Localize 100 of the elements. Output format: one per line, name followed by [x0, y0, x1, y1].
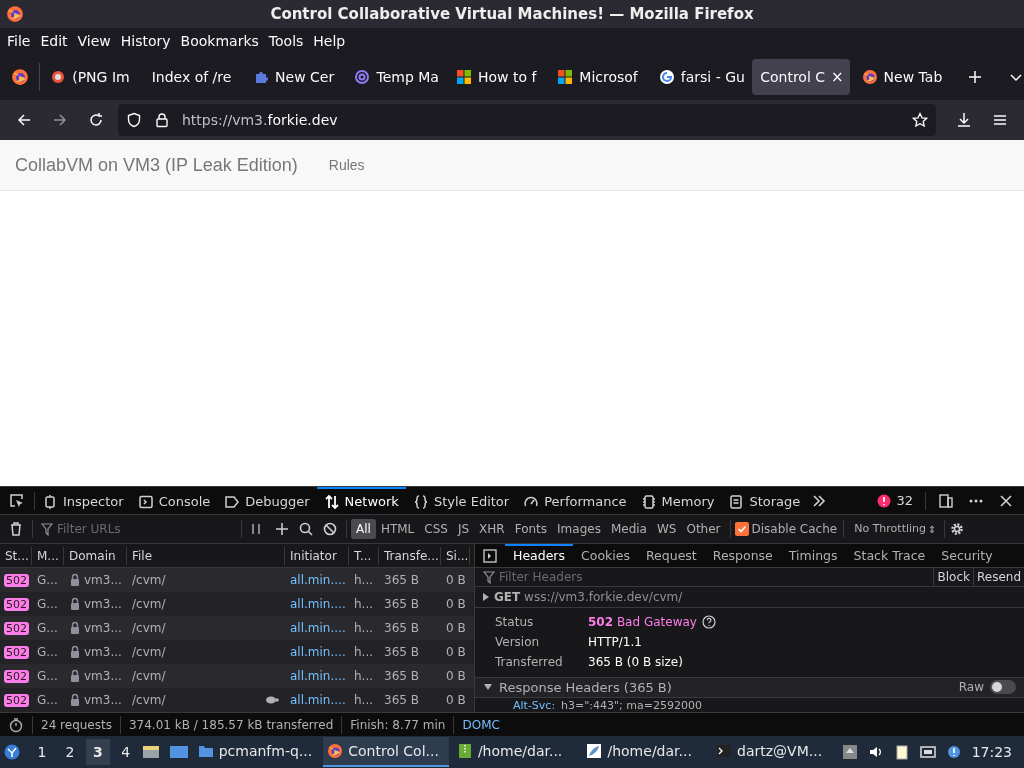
- lock-icon: [69, 572, 81, 588]
- filter-headers-field[interactable]: Filter Headers: [499, 568, 926, 586]
- menu-item[interactable]: History: [115, 30, 176, 52]
- browser-tab[interactable]: Index of /re: [143, 59, 242, 95]
- site-brand[interactable]: CollabVM on VM3 (IP Leak Edition): [15, 151, 298, 179]
- status-summary: Finish: 8.77 min: [341, 715, 454, 734]
- request-row[interactable]: 502 G... vm3... /cvm/ all.min.... h... 365 B 0 B: [0, 616, 474, 640]
- inspector-icon: [42, 493, 58, 510]
- detail-tab[interactable]: Stack Trace: [845, 544, 934, 568]
- detail-tab[interactable]: Cookies: [573, 544, 638, 568]
- column-header[interactable]: St...: [0, 546, 32, 565]
- section-header[interactable]: Response Headers (365 B) Raw: [475, 677, 1024, 698]
- column-header[interactable]: File: [127, 546, 285, 565]
- browser-tab[interactable]: Microsof: [549, 59, 647, 95]
- menu-item[interactable]: File: [2, 30, 36, 52]
- storage-icon: [728, 493, 745, 510]
- browser-tab[interactable]: (PNG Im: [42, 59, 140, 95]
- close-tab-button[interactable]: ×: [831, 65, 844, 89]
- column-header[interactable]: Domain: [64, 546, 127, 565]
- detail-tab[interactable]: Response: [704, 544, 781, 568]
- devtools-tab[interactable]: Debugger: [217, 487, 317, 514]
- menu-item[interactable]: Edit: [35, 30, 73, 52]
- browser-tab[interactable]: How to f: [447, 59, 546, 95]
- table-cell-text: 0 B: [445, 572, 467, 589]
- menu-item[interactable]: Tools: [263, 30, 309, 52]
- taskbar-button[interactable]: /home/dar...: [582, 737, 709, 767]
- initiator-link[interactable]: all.min....: [285, 691, 349, 709]
- column-header[interactable]: Initiator: [285, 546, 349, 565]
- devtools-tab[interactable]: Inspector: [35, 487, 131, 514]
- lock-icon: [154, 112, 170, 128]
- browser-tab[interactable]: farsi - Gu: [650, 59, 749, 95]
- devtools-tab[interactable]: Memory: [633, 487, 722, 514]
- status-summary: DOMC: [453, 715, 508, 734]
- nav-link[interactable]: Rules: [328, 154, 365, 176]
- menu-item[interactable]: Bookmarks: [175, 30, 264, 52]
- menu-item[interactable]: View: [72, 30, 116, 52]
- initiator-link[interactable]: all.min....: [285, 643, 349, 661]
- type-filter-button[interactable]: Other: [681, 519, 726, 539]
- filter-urls-field[interactable]: Filter URLs: [57, 520, 233, 538]
- type-filter-button[interactable]: All: [351, 519, 376, 539]
- header-name: Alt-Svc:: [513, 699, 556, 712]
- table-cell-text: 0 B: [445, 668, 467, 685]
- initiator-link[interactable]: all.min....: [285, 667, 349, 685]
- table-cell-text: 365 B: [383, 596, 420, 613]
- raw-toggle[interactable]: [990, 680, 1016, 695]
- fox-logo-icon: [6, 5, 24, 23]
- help-icon: [700, 614, 717, 630]
- column-header[interactable]: M...: [32, 546, 64, 565]
- status-value: 502 Bad Gateway: [588, 614, 697, 631]
- workspace-button[interactable]: 2: [57, 739, 82, 765]
- lock-icon: [69, 596, 81, 612]
- request-row[interactable]: 502 G... vm3... /cvm/ all.min.... h... 365 B 0 B: [0, 568, 474, 592]
- initiator-link[interactable]: all.min....: [285, 571, 349, 589]
- header-action-button[interactable]: Block: [933, 568, 973, 586]
- type-filter-button[interactable]: Fonts: [509, 519, 553, 539]
- type-filter-button[interactable]: CSS: [419, 519, 453, 539]
- devtools-tab[interactable]: Console: [130, 487, 218, 514]
- type-filter-button[interactable]: WS: [651, 519, 682, 539]
- devtools-tab[interactable]: Performance: [516, 487, 634, 514]
- menu-item[interactable]: Help: [308, 30, 351, 52]
- taskbar-button[interactable]: pcmanfm-q...: [193, 737, 320, 767]
- table-cell-text: G...: [36, 596, 59, 613]
- type-filter-button[interactable]: Media: [605, 519, 652, 539]
- detail-tab[interactable]: Security: [933, 544, 1001, 568]
- column-header[interactable]: Transfe...: [379, 546, 441, 565]
- type-filter-button[interactable]: Images: [552, 519, 606, 539]
- detail-tab[interactable]: Headers: [505, 544, 574, 568]
- taskbar-button[interactable]: dartz@VM...: [712, 737, 838, 767]
- browser-tab[interactable]: Temp Ma: [346, 59, 444, 95]
- devtools-tab[interactable]: Storage: [721, 487, 808, 514]
- taskbar-button[interactable]: /home/dar...: [452, 737, 579, 767]
- type-filter-button[interactable]: JS: [452, 519, 475, 539]
- initiator-link[interactable]: all.min....: [285, 595, 349, 613]
- detail-tab[interactable]: Timings: [780, 544, 846, 568]
- devtools-tab[interactable]: Style Editor: [405, 487, 517, 514]
- detail-tab[interactable]: Request: [638, 544, 705, 568]
- column-header[interactable]: Si...: [441, 546, 470, 565]
- filter-icon: [483, 570, 495, 584]
- toggle-sidebar-icon: [482, 547, 498, 564]
- address-bar[interactable]: https://vm3.forkie.dev: [118, 104, 936, 136]
- terminal-icon: [716, 743, 733, 759]
- status-badge: 502: [4, 573, 29, 587]
- column-header[interactable]: T...: [349, 546, 379, 565]
- workspace-button[interactable]: 1: [30, 739, 54, 765]
- type-filter-button[interactable]: XHR: [474, 519, 510, 539]
- taskbar-button[interactable]: Control Col...: [323, 737, 449, 767]
- browser-tab[interactable]: Control C ×: [752, 59, 850, 95]
- browser-tab[interactable]: New Cer: [245, 59, 343, 95]
- search-icon: [298, 521, 314, 537]
- workspace-button[interactable]: 3: [85, 739, 110, 765]
- browser-tab[interactable]: New Tab: [853, 59, 951, 95]
- disable-cache-checkbox[interactable]: [734, 522, 749, 536]
- request-row[interactable]: 502 G... vm3... /cvm/ all.min.... h... 365 B 0 B: [0, 664, 474, 688]
- initiator-link[interactable]: all.min....: [285, 619, 349, 637]
- workspace-button[interactable]: 4: [113, 739, 138, 765]
- at-icon: [354, 69, 371, 85]
- header-action-button[interactable]: Resend: [972, 568, 1024, 586]
- type-filter-button[interactable]: HTML: [375, 519, 420, 539]
- throttling-select[interactable]: No Throttling ⇕: [850, 520, 941, 538]
- forward-icon: [52, 112, 68, 128]
